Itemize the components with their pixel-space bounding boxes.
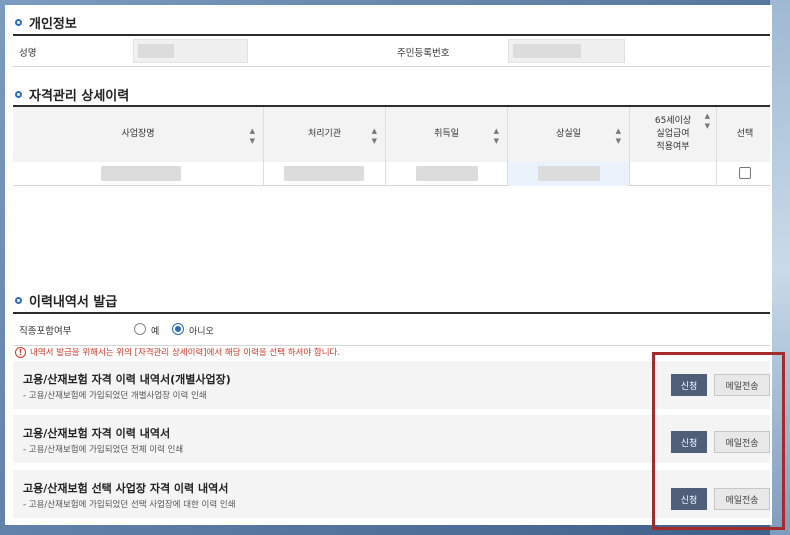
personal-info-title: 개인정보 (15, 13, 77, 32)
redacted-rrn (513, 44, 581, 58)
cell-select (717, 162, 773, 186)
warning-icon: ! (15, 346, 26, 358)
table-row[interactable] (13, 162, 770, 186)
selection-notice: ! 내역서 발급을 위해서는 위의 [자격관리 상세이력]에서 해당 이력을 선… (15, 346, 340, 358)
redacted-agency (284, 166, 364, 181)
sort-arrows-icon[interactable]: ▲ ▼ (616, 126, 621, 146)
col-agency[interactable]: 처리기관 ▲ ▼ (264, 107, 386, 162)
cell-workplace (13, 162, 264, 186)
col-acquired-date[interactable]: 취득일 ▲ ▼ (386, 107, 508, 162)
section-divider (13, 312, 770, 314)
sort-arrows-icon[interactable]: ▲ ▼ (372, 126, 377, 146)
name-value (133, 39, 248, 63)
job-option-label: 직종포함여부 (19, 326, 72, 337)
redacted-lost-date (538, 166, 600, 181)
row-divider (13, 66, 770, 67)
sort-arrows-icon[interactable]: ▲ ▼ (705, 111, 710, 131)
job-option-row: 직종포함여부 예 아니오 (13, 315, 770, 345)
redacted-acquired-date (416, 166, 478, 181)
name-label: 성명 (19, 48, 37, 59)
radio-yes[interactable] (134, 323, 146, 335)
radio-no[interactable] (172, 323, 184, 335)
sort-arrows-icon[interactable]: ▲ ▼ (250, 126, 255, 146)
rrn-label: 주민등록번호 (397, 48, 450, 59)
doc-title: 고용/산재보험 자격 이력 내역서(개별사업장) (23, 373, 231, 386)
history-table-header: 사업장명 ▲ ▼ 처리기관 ▲ ▼ 취득일 ▲ ▼ 상실일 ▲ ▼ 65세이상 실업급여… (13, 107, 770, 162)
row-select-checkbox[interactable] (739, 167, 751, 179)
radio-yes-label[interactable]: 예 (151, 324, 159, 337)
col-over65-benefit[interactable]: 65세이상 실업급여 적용여부 ▲ ▼ (630, 107, 717, 162)
cell-lost-date (508, 162, 630, 186)
issuance-title: 이력내역서 발급 (15, 291, 117, 310)
section-bullet-icon (15, 91, 22, 98)
doc-description: - 고용/산재보험에 가입되었던 개별사업장 이력 인쇄 (23, 391, 207, 401)
highlight-box (652, 352, 785, 530)
doc-title: 고용/산재보험 자격 이력 내역서 (23, 427, 171, 440)
doc-description: - 고용/산재보험에 가입되었던 선택 사업장에 대한 이력 인쇄 (23, 500, 236, 510)
rrn-value (508, 39, 625, 63)
section-bullet-icon (15, 297, 22, 304)
history-title: 자격관리 상세이력 (15, 85, 129, 104)
cell-acquired-date (386, 162, 508, 186)
sort-arrows-icon[interactable]: ▲ ▼ (494, 126, 499, 146)
section-bullet-icon (15, 19, 22, 26)
radio-no-label[interactable]: 아니오 (189, 324, 214, 337)
cell-agency (264, 162, 386, 186)
doc-title: 고용/산재보험 선택 사업장 자격 이력 내역서 (23, 482, 229, 495)
col-workplace[interactable]: 사업장명 ▲ ▼ (13, 107, 264, 162)
cell-over65 (630, 162, 717, 186)
doc-description: - 고용/산재보험에 가입되었던 전체 이력 인쇄 (23, 445, 184, 455)
redacted-name (138, 44, 174, 58)
col-select: 선택 (736, 128, 754, 139)
col-lost-date[interactable]: 상실일 ▲ ▼ (508, 107, 630, 162)
personal-info-row: 성명 주민등록번호 (13, 36, 770, 66)
redacted-workplace (101, 166, 181, 181)
